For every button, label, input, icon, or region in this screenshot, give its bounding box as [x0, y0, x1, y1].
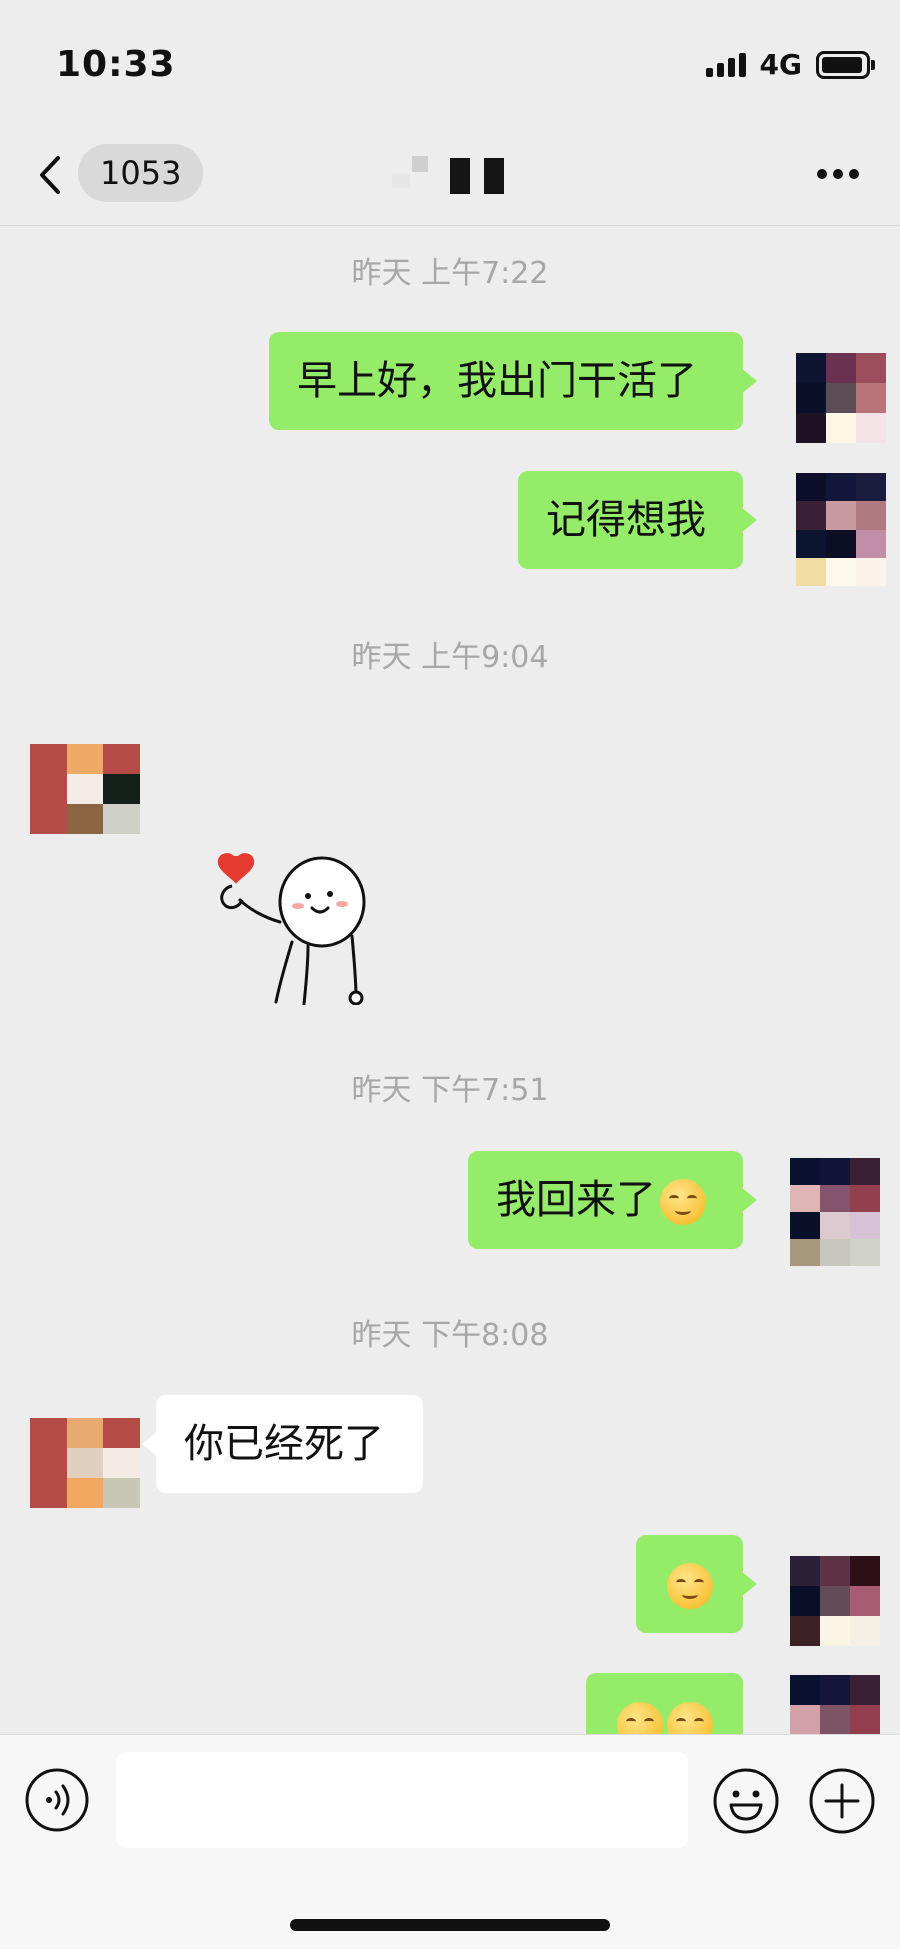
more-dots-icon[interactable]	[816, 168, 860, 180]
self-avatar[interactable]	[796, 473, 886, 586]
contact-name-redacted	[380, 156, 520, 204]
battery-icon	[816, 50, 875, 79]
network-label: 4G	[759, 48, 802, 81]
message-bubble-other[interactable]: 你已经死了	[142, 1395, 423, 1493]
self-avatar[interactable]	[790, 1556, 880, 1646]
self-avatar[interactable]	[790, 1675, 880, 1734]
timestamp: 昨天 下午8:08	[351, 1318, 549, 1353]
contact-avatar[interactable]	[30, 1418, 140, 1508]
status-indicators: 4G	[705, 48, 875, 81]
timestamp: 昨天 上午9:04	[351, 640, 549, 675]
chat-header: 1053	[0, 130, 900, 226]
plus-icon[interactable]	[808, 1767, 876, 1835]
smirk-emoji-icon	[616, 1702, 663, 1734]
message-bubble-self[interactable]: 早上好，我出门干活了	[269, 332, 757, 430]
message-bubble-self[interactable]	[586, 1673, 743, 1734]
finger-heart-sticker[interactable]	[212, 850, 382, 1005]
input-bar	[0, 1734, 900, 1949]
voice-input-icon[interactable]	[24, 1767, 90, 1833]
message-bubble-self[interactable]: 记得想我	[518, 471, 757, 569]
signal-icon	[705, 52, 746, 77]
contact-avatar[interactable]	[30, 744, 140, 834]
message-text: 我回来了	[496, 1177, 656, 1223]
smirk-emoji-icon	[660, 1179, 706, 1225]
status-time: 10:33	[56, 44, 176, 85]
message-bubble-self[interactable]: 我回来了	[468, 1151, 757, 1249]
status-bar: 10:33 4G	[0, 0, 900, 130]
self-avatar[interactable]	[790, 1158, 880, 1266]
home-indicator	[290, 1919, 610, 1931]
emoji-smile-icon[interactable]	[712, 1767, 780, 1835]
message-input[interactable]	[116, 1752, 688, 1848]
timestamp: 昨天 下午7:51	[351, 1073, 549, 1108]
self-avatar[interactable]	[796, 353, 886, 443]
smirk-emoji-icon	[666, 1702, 713, 1734]
message-bubble-self[interactable]	[636, 1535, 757, 1633]
unread-count-badge[interactable]: 1053	[78, 144, 204, 202]
shush-emoji-icon	[666, 1563, 713, 1609]
timestamp: 昨天 上午7:22	[351, 256, 549, 291]
chevron-left-icon[interactable]	[34, 150, 74, 200]
